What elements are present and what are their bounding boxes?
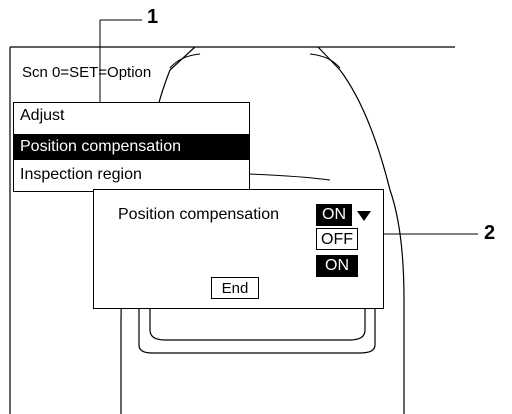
option-on[interactable]: ON <box>316 255 358 277</box>
position-compensation-dialog: Position compensation ON OFF ON End <box>93 189 384 309</box>
dialog-label: Position compensation <box>118 206 279 223</box>
menu-item-position-compensation[interactable]: Position compensation <box>14 134 249 160</box>
screen-title: Scn 0=SET=Option <box>22 64 152 81</box>
dropdown-arrow-icon[interactable] <box>357 211 371 221</box>
callout-2: 2 <box>484 222 496 244</box>
current-value[interactable]: ON <box>316 204 352 226</box>
option-off[interactable]: OFF <box>316 228 358 250</box>
menu-item-adjust[interactable]: Adjust <box>14 103 249 129</box>
menu-item-inspection-region[interactable]: Inspection region <box>14 162 249 188</box>
option-menu: Adjust Position compensation Inspection … <box>13 102 250 192</box>
monitor-screen: Scn 0=SET=Option Adjust Position compens… <box>0 0 512 414</box>
callout-1: 1 <box>147 6 159 28</box>
end-button[interactable]: End <box>211 277 259 299</box>
